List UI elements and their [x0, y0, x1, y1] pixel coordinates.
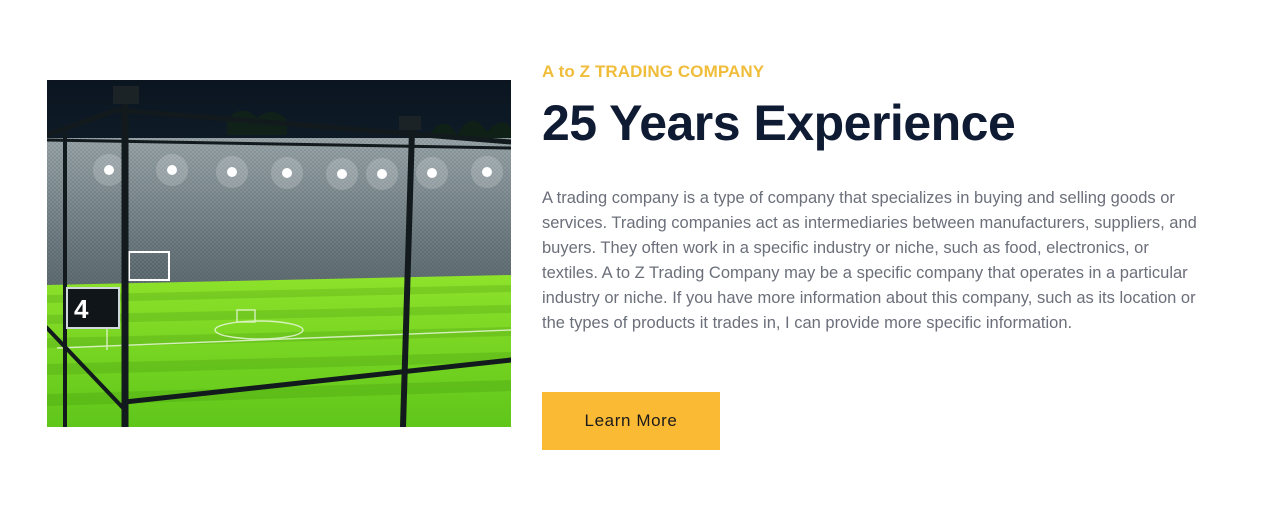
learn-more-button[interactable]: Learn More	[542, 392, 720, 450]
about-content: A to Z TRADING COMPANY 25 Years Experien…	[542, 56, 1222, 450]
section-title: 25 Years Experience	[542, 95, 1016, 151]
section-description: A trading company is a type of company t…	[542, 189, 1197, 332]
scoreboard-number: 4	[74, 294, 89, 324]
about-section: 4 A to Z TRADING COMPANY 25 Years Experi…	[0, 0, 1280, 512]
turf-photo-illustration: 4	[47, 80, 511, 427]
company-eyebrow: A to Z TRADING COMPANY	[542, 62, 765, 81]
football-turf-image: 4	[47, 80, 511, 427]
